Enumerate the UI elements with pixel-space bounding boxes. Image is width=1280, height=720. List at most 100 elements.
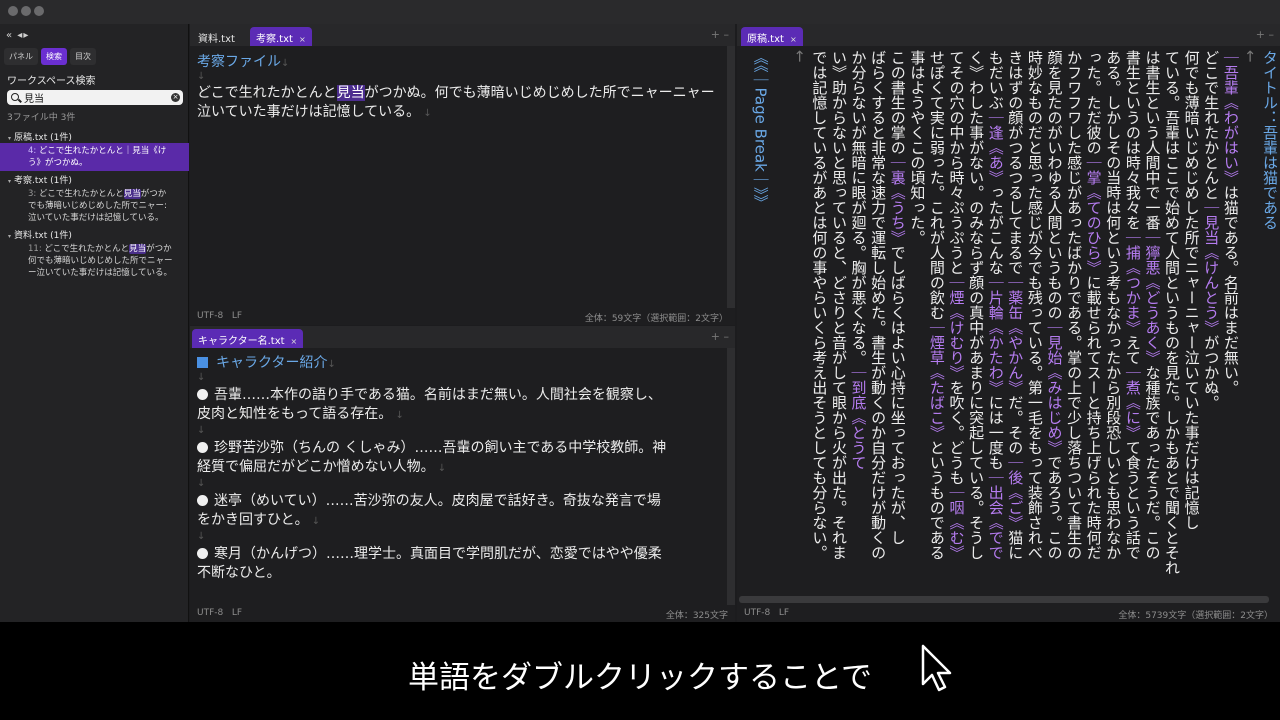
text-run: 事はようやくこの頃知った。 [908, 50, 927, 245]
close-tab-icon[interactable]: × [291, 337, 298, 346]
split-pane-controls[interactable]: + – [711, 28, 729, 41]
return-mark-icon: ↓ [197, 425, 206, 436]
entry-line: 経質で偏屈だがどこか憎めない人物。 [197, 459, 435, 475]
vertical-scrollbar[interactable] [727, 348, 735, 605]
text-run: どこで生れたかとんと [197, 85, 337, 101]
result-file-kousatsu[interactable]: ▾ 考察.txt (1件) [0, 171, 189, 186]
text-run: では記憶しているがあとは何の事やらいくら考え出そうとしても分らない。 [810, 50, 829, 560]
app-window: « ◂▸ パネル 検索 目次 ワークスペース検索 × 3ファイル中 3件 ▾原稿… [0, 0, 1280, 622]
text-run: い》助からないと思っていると、どさりと音がして眼から火が出た。それま [829, 50, 848, 560]
clear-search-icon[interactable]: × [171, 93, 180, 102]
split-pane-controls[interactable]: + – [1256, 28, 1274, 41]
close-tab-icon[interactable]: × [790, 35, 797, 44]
text-run: ← [1241, 50, 1260, 63]
text-run: ｜煙《けむり》 [947, 275, 966, 380]
text-run: ったがこんな [986, 185, 1005, 275]
hit-highlight: 見当 [123, 189, 141, 199]
section-heading: キャラクター紹介 [216, 355, 328, 371]
text-column: ← [1241, 50, 1259, 63]
sidebar-nav-icons[interactable]: « ◂▸ [6, 30, 29, 41]
bullet-icon [197, 442, 208, 453]
hit-text: どこで生れたかとんと [36, 189, 124, 199]
collapse-triangle-icon[interactable]: ▾ [8, 233, 11, 240]
text-column: 何でも薄暗いじめじめした所でニャーニャー泣いていた事だけは記憶し [1183, 50, 1201, 530]
char-count: 全体：59文字（選択範囲：2文字） [584, 314, 728, 324]
tab-search[interactable]: 検索 [41, 48, 67, 65]
result-file-label: 原稿.txt (1件) [14, 133, 72, 143]
return-mark-icon: ↓ [197, 372, 206, 383]
text-column: どこで生れたかとんと｜見当《けんとう》がつかぬ。 [1202, 50, 1220, 410]
result-hit-kousatsu[interactable]: 3: どこで生れたかとんと見当がつか でも薄暗いじめじめした所でニャー: 泣いて… [0, 186, 189, 226]
bullet-icon [197, 389, 208, 400]
text-column: ← [791, 50, 809, 63]
tab-panel[interactable]: パネル [4, 48, 38, 65]
tab-bar: キャラクター名.txt × + – [190, 326, 735, 348]
char-count: 全体：325文字 [665, 611, 728, 621]
result-hit-genko[interactable]: 4: どこで生れたかとんと｜見当《け う》がつかぬ。 [0, 143, 189, 171]
horizontal-scrollbar[interactable] [739, 596, 1269, 603]
tab-bar: 資料.txt 考察.txt × + – [190, 24, 735, 46]
text-run: であろう。この [1045, 455, 1064, 560]
text-run: 時妙なものだと思った感じが今でも残っている。第一毛をもって装飾されべ [1025, 50, 1044, 560]
hit-text-post: がつか [140, 189, 167, 199]
sidebar: « ◂▸ パネル 検索 目次 ワークスペース検索 × 3ファイル中 3件 ▾原稿… [0, 24, 189, 622]
text-run: には一度も [986, 395, 1005, 470]
tab-genko[interactable]: 原稿.txt × [741, 27, 803, 46]
character-entry: 迷亭（めいてい）……苦沙弥の友人。皮肉屋で話好き。奇抜な発言で場 をかき回すひと。… [197, 492, 722, 531]
text-column: い》助からないと思っていると、どさりと音がして眼から火が出た。それま [830, 50, 848, 560]
text-run: タイトル：吾輩は猫である [1261, 50, 1279, 230]
tab-shiryou[interactable]: 資料.txt [192, 27, 241, 46]
text-run: もだいぶ [986, 50, 1005, 110]
close-window-button[interactable] [8, 6, 18, 16]
return-mark-icon: ↓ [281, 58, 290, 69]
collapse-triangle-icon[interactable]: ▾ [8, 135, 11, 142]
text-run: ｜出会《でで [986, 470, 1005, 560]
hit-text: どこで生れたかとんと｜見当《け [36, 146, 167, 156]
entry-line: 皮肉と知性をもって語る存在。 [197, 406, 393, 422]
character-entry: 吾輩……本作の語り手である猫。名前はまだ無い。人間社会を観察し、 皮肉と知性をもっ… [197, 386, 722, 425]
tab-label: 考察.txt [256, 34, 293, 45]
vertical-editor-content[interactable]: タイトル：吾輩は猫である ← ｜吾輩《わがはい》は猫である。名前はまだ無い。 ど… [745, 50, 1279, 610]
tab-kousatsu[interactable]: 考察.txt × [250, 27, 312, 46]
split-pane-controls[interactable]: + – [711, 330, 729, 343]
text-run: ｜片輪《かたわ》 [986, 275, 1005, 395]
return-mark-icon: ↓ [327, 359, 336, 370]
text-column: せぽくて実に弱った。これが人間の飲む｜煙草《たばこ》というものである [928, 50, 946, 560]
text-run: せぽくて実に弱った。これが人間の飲む [927, 50, 946, 320]
result-file-genko[interactable]: ▾ 原稿.txt (1件) [0, 128, 189, 143]
editor-content[interactable]: キャラクター紹介↓ ↓ 吾輩……本作の語り手である猫。名前はまだ無い。人間社会を… [197, 352, 722, 583]
mouse-pointer-icon [921, 644, 952, 692]
text-run: ｜吾輩《わがはい》 [1221, 50, 1240, 185]
close-tab-icon[interactable]: × [299, 35, 306, 44]
text-run: 《《｜Page Break｜》 [751, 50, 770, 195]
return-mark-icon: ↓ [434, 463, 447, 474]
search-input[interactable] [24, 91, 164, 104]
collapse-triangle-icon[interactable]: ▾ [8, 178, 11, 185]
entry-line: 寒月（かんげつ）……理学士。真面目で学問肌だが、恋愛ではやや優柔 [214, 546, 662, 562]
text-column: きはずの顔がつるつるしてまるで｜薬缶《やかん》だ。その｜後《ご》猫に [1006, 50, 1024, 560]
tab-characters[interactable]: キャラクター名.txt × [192, 329, 304, 348]
text-column: てその穴の中から時々ぷうぷうと｜煙《けむり》を吹く。どうも｜咽《む》 [948, 50, 966, 560]
bullet-icon [197, 495, 208, 506]
sidebar-tabs: パネル 検索 目次 [4, 48, 96, 65]
text-column: 時妙なものだと思った感じが今でも残っている。第一毛をもって装飾されべ [1026, 50, 1044, 560]
return-mark-icon: ↓ [197, 71, 206, 82]
tab-toc[interactable]: 目次 [70, 48, 96, 65]
result-file-shiryou[interactable]: ▾ 資料.txt (1件) [0, 226, 189, 241]
minimize-window-button[interactable] [21, 6, 31, 16]
encoding: UTF-8 [197, 608, 224, 618]
vertical-scrollbar[interactable] [727, 46, 735, 308]
zoom-window-button[interactable] [34, 6, 44, 16]
editor-content[interactable]: 考察ファイル↓ ↓ どこで生れたかとんと見当がつかぬ。何でも薄暗いじめじめした所… [197, 51, 717, 123]
search-result-count: 3ファイル中 3件 [7, 113, 76, 123]
result-hit-shiryou[interactable]: 11: どこで生れたかとんと見当がつか 何でも薄暗いじめじめした所でニャー ー泣… [0, 241, 189, 281]
text-run: ｜煮《に》 [1123, 365, 1142, 440]
text-column: 《《｜Page Break｜》》 [752, 50, 770, 209]
subtitle-caption: 単語をダブルクリックすることで [407, 660, 873, 696]
text-run: でしばらくはよい心持に坐っておったが、し [888, 245, 907, 545]
search-box: × [7, 90, 183, 105]
editor-pane-genko: 原稿.txt × + – タイトル：吾輩は猫である ← ｜吾輩《わがはい》は猫であ… [737, 24, 1280, 622]
text-column: は書生という人間中で一番｜獰悪《どうあく》な種族であったそうだ。この [1143, 50, 1161, 560]
text-run: ｜煙草《たばこ》 [927, 320, 946, 440]
text-run: を吹く。どうも [947, 380, 966, 485]
